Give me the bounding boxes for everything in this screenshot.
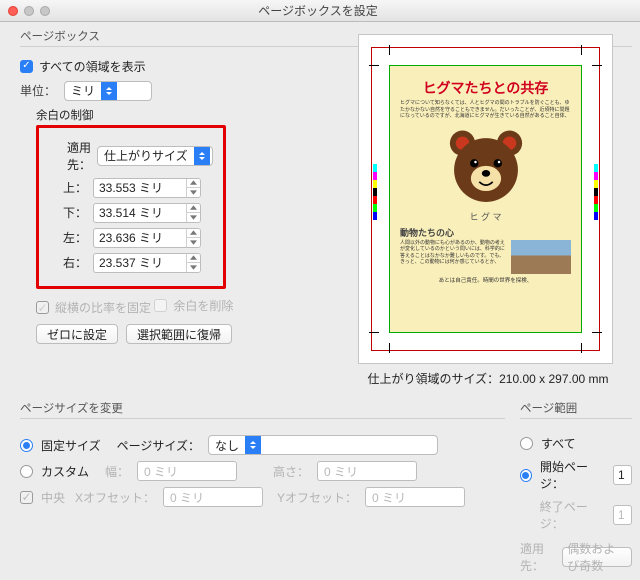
center-checkbox: ✓ (20, 491, 33, 504)
bottom-margin-field[interactable]: 33.514 ミリ (93, 203, 201, 223)
start-page-field[interactable]: 1 (613, 465, 632, 485)
check-icon: ✓ (20, 60, 33, 73)
remove-white-checkbox: 余白を削除 (154, 297, 233, 314)
center-label: 中央 (41, 489, 65, 506)
document-page: ヒグマたちとの共存 ヒグマについて知らなくては、人とヒグマの間のトラブルを防ぐこ… (389, 65, 582, 333)
bear-caption: ヒ グ マ (469, 210, 501, 223)
unit-select[interactable]: ミリ (64, 81, 152, 101)
titlebar: ページボックスを設定 (0, 0, 640, 22)
xoffset-label: Xオフセット： (75, 489, 155, 506)
stepper-down-icon[interactable] (187, 238, 200, 247)
width-field[interactable]: 0 ミリ (137, 461, 237, 481)
yoffset-field[interactable]: 0 ミリ (365, 487, 465, 507)
pagesize-select[interactable]: なし (208, 435, 438, 455)
stepper-up-icon[interactable] (187, 204, 200, 214)
doc-title: ヒグマたちとの共存 (390, 78, 581, 98)
right-margin-value: 23.537 ミリ (94, 254, 186, 271)
apply-to-label: 適用先： (47, 139, 91, 173)
stepper-up-icon[interactable] (187, 254, 200, 264)
top-margin-value: 33.553 ミリ (94, 179, 186, 196)
bear-illustration (444, 126, 528, 204)
page-preview: ヒグマたちとの共存 ヒグマについて知らなくては、人とヒグマの間のトラブルを防ぐこ… (358, 34, 613, 364)
doc-photo (511, 240, 571, 274)
left-margin-value: 23.636 ミリ (94, 229, 186, 246)
left-margin-label: 左： (47, 229, 87, 246)
left-margin-field[interactable]: 23.636 ミリ (93, 228, 201, 248)
stepper-down-icon[interactable] (187, 188, 200, 197)
preview-caption: 仕上がり領域のサイズ：210.00 x 297.00 mm (358, 370, 618, 387)
fixed-size-label: 固定サイズ (41, 437, 101, 454)
chevron-updown-icon (245, 436, 261, 454)
top-margin-stepper[interactable] (186, 179, 200, 197)
xoffset-field[interactable]: 0 ミリ (163, 487, 263, 507)
all-pages-label: すべて (541, 435, 576, 452)
range-apply-select: 偶数および奇数 (562, 547, 632, 567)
unit-value: ミリ (65, 82, 101, 99)
chevron-updown-icon (101, 82, 117, 100)
custom-label: カスタム (41, 463, 89, 480)
set-zero-button[interactable]: ゼロに設定 (36, 324, 118, 344)
fixed-size-radio[interactable] (20, 439, 33, 452)
start-page-radio[interactable] (520, 469, 532, 482)
bottom-margin-value: 33.514 ミリ (94, 204, 186, 221)
stepper-down-icon[interactable] (187, 263, 200, 272)
margins-highlight-group: 適用先： 仕上がりサイズ 上： 33.553 ミリ (36, 125, 226, 289)
height-field[interactable]: 0 ミリ (317, 461, 417, 481)
yoffset-label: Yオフセット： (277, 489, 357, 506)
doc-footer: あとは自己責任。時間の世界を探検、 (390, 276, 581, 284)
width-label: 幅： (105, 463, 129, 480)
doc-heading2: 動物たちの心 (400, 226, 571, 239)
top-margin-field[interactable]: 33.553 ミリ (93, 178, 201, 198)
pagesize-label: ページサイズ： (117, 437, 200, 454)
apply-to-select[interactable]: 仕上がりサイズ (97, 146, 213, 166)
remove-white-label: 余白を削除 (173, 297, 233, 314)
unit-label: 単位： (20, 82, 56, 99)
left-margin-stepper[interactable] (186, 229, 200, 247)
doc-paragraph: ヒグマについて知らなくては、人とヒグマの間のトラブルを防ぐことも、ゆたかなかない… (390, 98, 581, 124)
revert-selection-button[interactable]: 選択範囲に復帰 (126, 324, 232, 344)
bottom-margin-label: 下： (47, 204, 87, 221)
show-all-regions-checkbox[interactable]: ✓ すべての領域を表示 (20, 58, 146, 75)
height-label: 高さ： (273, 463, 309, 480)
doc-paragraph2: 人間以外の動物にも心があるのか、動物の考えが変化しているのかという問いには、科学… (400, 240, 507, 274)
stepper-up-icon[interactable] (187, 179, 200, 189)
start-page-label: 開始ページ： (540, 458, 605, 492)
custom-size-radio[interactable] (20, 465, 33, 478)
color-bars-right (594, 164, 598, 220)
apply-to-value: 仕上がりサイズ (98, 147, 194, 164)
color-bars-left (373, 164, 377, 220)
stepper-up-icon[interactable] (187, 229, 200, 239)
pagesize-value: なし (209, 437, 245, 454)
end-page-label: 終了ページ： (540, 498, 605, 532)
chevron-updown-icon (194, 147, 210, 165)
window-title: ページボックスを設定 (0, 2, 640, 19)
right-margin-label: 右： (47, 254, 87, 271)
all-pages-radio[interactable] (520, 437, 533, 450)
lock-aspect-label: 縦横の比率を固定 (55, 299, 151, 316)
right-margin-field[interactable]: 23.537 ミリ (93, 253, 201, 273)
stepper-down-icon[interactable] (187, 213, 200, 222)
check-icon: ✓ (36, 301, 49, 314)
checkbox-icon (154, 299, 167, 312)
top-margin-label: 上： (47, 179, 87, 196)
show-all-regions-label: すべての領域を表示 (39, 58, 146, 75)
end-page-field[interactable]: 1 (613, 505, 632, 525)
bottom-margin-stepper[interactable] (186, 204, 200, 222)
range-apply-label: 適用先： (520, 540, 554, 574)
page-range-section-label: ページ範囲 (520, 400, 632, 416)
right-margin-stepper[interactable] (186, 254, 200, 272)
lock-aspect-checkbox: ✓ 縦横の比率を固定 (36, 299, 151, 316)
